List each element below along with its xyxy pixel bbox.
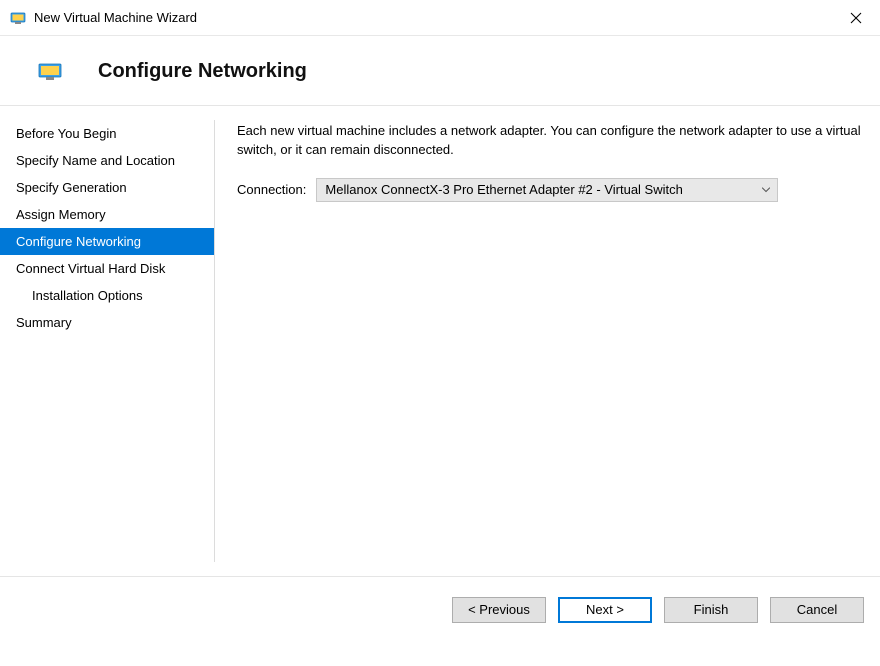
connection-row: Connection: Mellanox ConnectX-3 Pro Ethe… <box>237 178 862 202</box>
app-icon <box>10 10 26 26</box>
description-text: Each new virtual machine includes a netw… <box>237 122 862 160</box>
step-specify-name-location[interactable]: Specify Name and Location <box>0 147 214 174</box>
step-assign-memory[interactable]: Assign Memory <box>0 201 214 228</box>
connection-label: Connection: <box>237 182 306 197</box>
connection-select[interactable]: Mellanox ConnectX-3 Pro Ethernet Adapter… <box>316 178 778 202</box>
page-title: Configure Networking <box>98 60 307 83</box>
monitor-icon <box>38 63 62 81</box>
step-before-you-begin[interactable]: Before You Begin <box>0 120 214 147</box>
previous-button[interactable]: < Previous <box>452 597 546 623</box>
content-panel: Each new virtual machine includes a netw… <box>215 106 880 576</box>
connection-select-wrap: Mellanox ConnectX-3 Pro Ethernet Adapter… <box>316 178 778 202</box>
titlebar: New Virtual Machine Wizard <box>0 0 880 36</box>
wizard-body: Before You Begin Specify Name and Locati… <box>0 106 880 576</box>
step-configure-networking[interactable]: Configure Networking <box>0 228 214 255</box>
wizard-header: Configure Networking <box>0 36 880 106</box>
next-button[interactable]: Next > <box>558 597 652 623</box>
step-installation-options[interactable]: Installation Options <box>0 282 214 309</box>
steps-sidebar: Before You Begin Specify Name and Locati… <box>0 106 214 576</box>
window-title: New Virtual Machine Wizard <box>34 10 197 25</box>
close-button[interactable] <box>846 8 866 28</box>
wizard-footer: < Previous Next > Finish Cancel <box>0 576 880 642</box>
finish-button[interactable]: Finish <box>664 597 758 623</box>
step-specify-generation[interactable]: Specify Generation <box>0 174 214 201</box>
cancel-button[interactable]: Cancel <box>770 597 864 623</box>
step-connect-virtual-hard-disk[interactable]: Connect Virtual Hard Disk <box>0 255 214 282</box>
step-summary[interactable]: Summary <box>0 309 214 336</box>
